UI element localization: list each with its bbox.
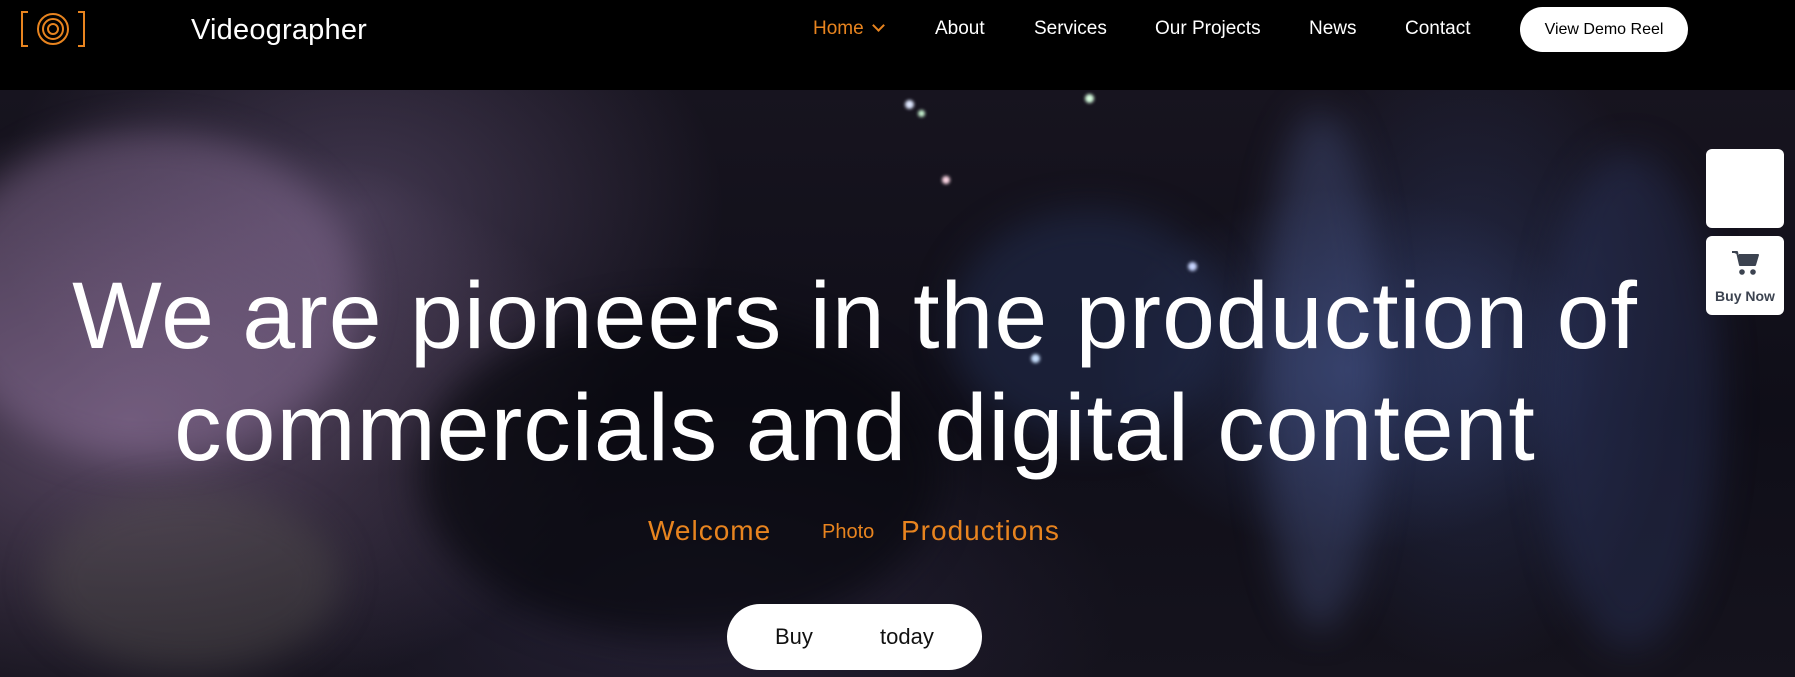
nav-item-our-projects[interactable]: Our Projects	[1155, 18, 1261, 40]
page: Videographer Home About Services Our Pro…	[0, 0, 1795, 677]
nav-item-news[interactable]: News	[1309, 18, 1357, 40]
nav-item-contact[interactable]: Contact	[1405, 18, 1470, 40]
bokeh-light	[905, 100, 914, 109]
buy-now-label: Buy Now	[1715, 288, 1775, 304]
chevron-down-icon	[871, 19, 885, 32]
site-header: Videographer Home About Services Our Pro…	[0, 0, 1795, 90]
subtitle-word: Photo	[822, 521, 875, 543]
subtitle-word: Welcome	[648, 515, 772, 546]
hero-subtitle: Welcome Photo Productions	[0, 515, 1795, 555]
nav-item-home[interactable]: Home	[813, 18, 885, 40]
nav-item-services[interactable]: Services	[1034, 18, 1107, 40]
bokeh-light	[942, 176, 950, 184]
nav-item-about[interactable]: About	[935, 18, 985, 40]
bokeh-light	[918, 110, 925, 117]
hero-headline-line-1: We are pioneers in the production of	[72, 263, 1638, 369]
bokeh-light	[1085, 94, 1094, 103]
nav-item-label: Home	[813, 18, 864, 39]
shopping-cart-icon	[1732, 251, 1759, 275]
buy-now-widget[interactable]: Buy Now	[1706, 236, 1784, 315]
hero-headline: We are pioneers in the production of com…	[0, 260, 1710, 484]
subtitle-word: Productions	[901, 515, 1060, 546]
side-widget-card[interactable]	[1706, 149, 1784, 228]
button-word: today	[880, 624, 934, 649]
hero-headline-line-2: commercials and digital content	[174, 375, 1536, 481]
buy-today-button[interactable]: Buy today	[727, 604, 982, 670]
button-word: Buy	[775, 624, 813, 649]
hero-section: We are pioneers in the production of com…	[0, 90, 1795, 677]
view-demo-reel-button[interactable]: View Demo Reel	[1520, 7, 1688, 52]
